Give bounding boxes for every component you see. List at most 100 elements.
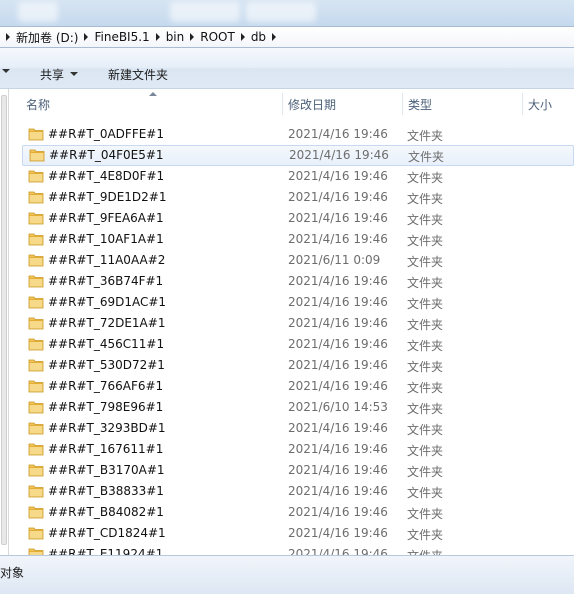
file-type: 文件夹 xyxy=(407,255,444,269)
navigation-scrollbar[interactable] xyxy=(1,95,7,545)
file-type: 文件夹 xyxy=(407,171,444,185)
file-row[interactable]: ##R#T_B84082#1 2021/4/16 19:46 文件夹 xyxy=(10,502,574,523)
breadcrumb-item[interactable]: FineBI5.1 xyxy=(94,30,149,44)
file-type: 文件夹 xyxy=(407,129,444,143)
file-name: ##R#T_167611#1 xyxy=(48,442,164,456)
breadcrumb-separator-icon[interactable] xyxy=(84,33,89,41)
file-name: ##R#T_E11924#1 xyxy=(48,547,164,555)
file-name: ##R#T_0ADFFE#1 xyxy=(48,127,164,141)
file-name: ##R#T_11A0AA#2 xyxy=(48,253,166,267)
file-row[interactable]: ##R#T_72DE1A#1 2021/4/16 19:46 文件夹 xyxy=(10,313,574,334)
file-type: 文件夹 xyxy=(407,192,444,206)
file-name: ##R#T_530D72#1 xyxy=(48,358,165,372)
file-date: 2021/4/16 19:46 xyxy=(288,421,388,435)
file-date: 2021/4/16 19:46 xyxy=(288,358,388,372)
blurred-button xyxy=(18,2,58,22)
new-folder-button-label: 新建文件夹 xyxy=(108,67,169,82)
folder-icon xyxy=(28,212,44,225)
file-row[interactable]: ##R#T_36B74F#1 2021/4/16 19:46 文件夹 xyxy=(10,271,574,292)
file-date: 2021/4/16 19:46 xyxy=(288,547,388,555)
navigation-pane xyxy=(0,89,9,555)
file-row[interactable]: ##R#T_530D72#1 2021/4/16 19:46 文件夹 xyxy=(10,355,574,376)
column-date-label: 修改日期 xyxy=(288,97,337,112)
column-date[interactable]: 修改日期 xyxy=(288,89,402,119)
column-separator[interactable] xyxy=(402,93,403,115)
breadcrumb-item[interactable]: db xyxy=(251,30,266,44)
column-separator[interactable] xyxy=(282,93,283,115)
file-row[interactable]: ##R#T_11A0AA#2 2021/6/11 0:09 文件夹 xyxy=(10,250,574,271)
file-row[interactable]: ##R#T_766AF6#1 2021/4/16 19:46 文件夹 xyxy=(10,376,574,397)
column-name[interactable]: 名称 xyxy=(26,89,282,119)
file-name: ##R#T_72DE1A#1 xyxy=(48,316,166,330)
folder-icon xyxy=(28,191,44,204)
breadcrumb-separator-icon[interactable] xyxy=(6,33,10,41)
file-date: 2021/4/16 19:46 xyxy=(289,148,389,162)
new-folder-button[interactable]: 新建文件夹 xyxy=(108,66,168,82)
breadcrumb-separator-icon[interactable] xyxy=(155,33,160,41)
file-date: 2021/4/16 19:46 xyxy=(288,379,388,393)
column-type-label: 类型 xyxy=(408,97,433,112)
file-row[interactable]: ##R#T_B3170A#1 2021/4/16 19:46 文件夹 xyxy=(10,460,574,481)
file-row[interactable]: ##R#T_4E8D0F#1 2021/4/16 19:46 文件夹 xyxy=(10,166,574,187)
file-name: ##R#T_10AF1A#1 xyxy=(48,232,164,246)
file-row[interactable]: ##R#T_9DE1D2#1 2021/4/16 19:46 文件夹 xyxy=(10,187,574,208)
file-type: 文件夹 xyxy=(407,507,444,521)
file-type: 文件夹 xyxy=(407,318,444,332)
breadcrumb-separator-icon[interactable] xyxy=(240,33,245,41)
file-row[interactable]: ##R#T_E11924#1 2021/4/16 19:46 文件夹 xyxy=(10,544,574,555)
window-top-chrome xyxy=(0,0,574,26)
column-size[interactable]: 大小 xyxy=(528,89,574,119)
file-row[interactable]: ##R#T_798E96#1 2021/6/10 14:53 文件夹 xyxy=(10,397,574,418)
file-type: 文件夹 xyxy=(407,339,444,353)
file-row[interactable]: ##R#T_0ADFFE#1 2021/4/16 19:46 文件夹 xyxy=(10,124,574,145)
file-row[interactable]: ##R#T_04F0E5#1 2021/4/16 19:46 文件夹 xyxy=(22,145,574,166)
file-row[interactable]: ##R#T_167611#1 2021/4/16 19:46 文件夹 xyxy=(10,439,574,460)
organize-dropdown-arrow-icon[interactable] xyxy=(2,69,10,73)
folder-icon xyxy=(29,149,45,162)
folder-icon xyxy=(28,506,44,519)
file-type: 文件夹 xyxy=(407,486,444,500)
folder-icon xyxy=(28,296,44,309)
file-type: 文件夹 xyxy=(407,234,444,248)
file-type: 文件夹 xyxy=(407,465,444,479)
folder-icon xyxy=(28,254,44,267)
file-type: 文件夹 xyxy=(407,423,444,437)
folder-icon xyxy=(28,233,44,246)
file-type: 文件夹 xyxy=(407,276,444,290)
file-type: 文件夹 xyxy=(407,381,444,395)
file-date: 2021/4/16 19:46 xyxy=(288,211,388,225)
address-bar[interactable]: 新加卷 (D:) FineBI5.1 bin ROOT db xyxy=(0,26,574,48)
file-row[interactable]: ##R#T_CD1824#1 2021/4/16 19:46 文件夹 xyxy=(10,523,574,544)
breadcrumb-item[interactable]: ROOT xyxy=(200,30,235,44)
share-button[interactable]: 共享 xyxy=(40,66,79,82)
command-toolbar: 共享 新建文件夹 xyxy=(0,48,574,89)
breadcrumb-separator-icon[interactable] xyxy=(190,33,195,41)
folder-icon xyxy=(28,422,44,435)
folder-icon xyxy=(28,464,44,477)
file-name: ##R#T_798E96#1 xyxy=(48,400,164,414)
file-list[interactable]: ##R#T_0ADFFE#1 2021/4/16 19:46 文件夹 ##R#T_04… xyxy=(10,124,574,555)
file-name: ##R#T_69D1AC#1 xyxy=(48,295,167,309)
column-type[interactable]: 类型 xyxy=(408,89,522,119)
file-row[interactable]: ##R#T_456C11#1 2021/4/16 19:46 文件夹 xyxy=(10,334,574,355)
breadcrumb-item[interactable]: bin xyxy=(166,30,185,44)
file-type: 文件夹 xyxy=(407,360,444,374)
file-type: 文件夹 xyxy=(407,402,444,416)
file-row[interactable]: ##R#T_B38833#1 2021/4/16 19:46 文件夹 xyxy=(10,481,574,502)
file-name: ##R#T_4E8D0F#1 xyxy=(48,169,165,183)
file-row[interactable]: ##R#T_3293BD#1 2021/4/16 19:46 文件夹 xyxy=(10,418,574,439)
column-separator[interactable] xyxy=(522,93,523,115)
file-date: 2021/6/10 14:53 xyxy=(288,400,388,414)
folder-icon xyxy=(28,527,44,540)
file-type: 文件夹 xyxy=(407,528,444,542)
file-row[interactable]: ##R#T_9FEA6A#1 2021/4/16 19:46 文件夹 xyxy=(10,208,574,229)
file-row[interactable]: ##R#T_69D1AC#1 2021/4/16 19:46 文件夹 xyxy=(10,292,574,313)
file-date: 2021/4/16 19:46 xyxy=(288,442,388,456)
file-date: 2021/4/16 19:46 xyxy=(288,337,388,351)
breadcrumb-separator-icon[interactable] xyxy=(272,33,277,41)
breadcrumb-item[interactable]: 新加卷 (D:) xyxy=(16,29,78,46)
file-name: ##R#T_9DE1D2#1 xyxy=(48,190,167,204)
file-row[interactable]: ##R#T_10AF1A#1 2021/4/16 19:46 文件夹 xyxy=(10,229,574,250)
file-date: 2021/6/11 0:09 xyxy=(288,253,381,267)
folder-icon xyxy=(28,128,44,141)
